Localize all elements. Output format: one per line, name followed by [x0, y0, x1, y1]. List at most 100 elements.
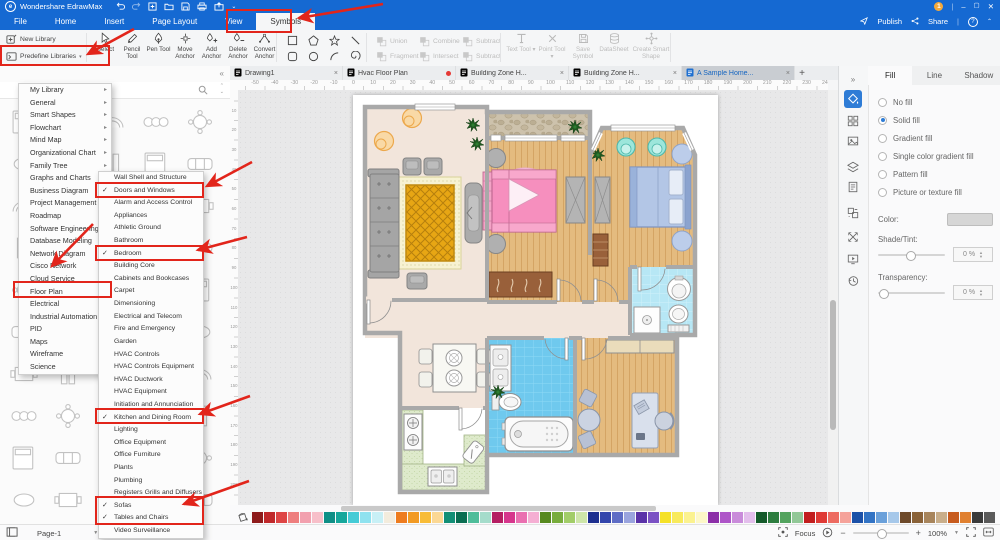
zoom-in-button[interactable]: +: [916, 528, 921, 538]
predefine-libraries-button[interactable]: Predefine Libraries ▾: [6, 51, 82, 62]
floorplan-menu-item-bathroom[interactable]: Bathroom: [99, 235, 203, 248]
document-tab-building-zone-h-[interactable]: Building Zone H... ×: [569, 66, 682, 80]
color-swatch[interactable]: [852, 511, 863, 523]
floorplan-menu-item-garden[interactable]: Garden: [99, 336, 203, 349]
color-swatch[interactable]: [840, 511, 851, 523]
color-swatch[interactable]: [816, 511, 827, 523]
color-swatch[interactable]: [276, 511, 287, 523]
color-swatch[interactable]: [924, 511, 935, 523]
close-button[interactable]: ✕: [988, 3, 994, 11]
presentation-play-icon[interactable]: [822, 527, 833, 540]
floorplan-menu-item-athletic-ground[interactable]: Athletic Ground: [99, 222, 203, 235]
color-swatch[interactable]: [900, 511, 911, 523]
color-swatch[interactable]: [384, 511, 395, 523]
library-menu-item-my-library[interactable]: My Library ▸: [19, 84, 111, 97]
format-tab-line[interactable]: Line: [912, 66, 956, 85]
line-shape-button[interactable]: [347, 33, 363, 48]
fill-option-picture-or-texture-fill[interactable]: Picture or texture fill: [868, 183, 1000, 201]
floorplan-menu-item-video-surveillance[interactable]: Video Surveillance: [99, 525, 203, 538]
stencil-oval-table[interactable]: [2, 480, 46, 520]
qat-more-icon[interactable]: ⌄: [231, 3, 236, 10]
floorplan-menu-item-sofas[interactable]: ✓ Sofas: [99, 500, 203, 513]
share-button[interactable]: Share: [928, 17, 948, 26]
color-swatch[interactable]: [768, 511, 779, 523]
transform-icon[interactable]: [844, 228, 862, 246]
focus-label[interactable]: Focus: [795, 529, 815, 538]
color-swatch[interactable]: [948, 511, 959, 523]
floorplan-menu-item-registers-grills-and-diffusers[interactable]: Registers Grills and Diffusers: [99, 487, 203, 500]
color-swatch[interactable]: [636, 511, 647, 523]
color-swatch[interactable]: [468, 511, 479, 523]
color-swatch[interactable]: [552, 511, 563, 523]
move-anchor-tool[interactable]: Move Anchor: [172, 32, 199, 60]
menu-view[interactable]: View: [211, 13, 256, 30]
page-settings-icon[interactable]: [844, 178, 862, 196]
document-tab-a-sample-home-[interactable]: A Sample Home... ×: [682, 66, 795, 80]
color-swatch[interactable]: [564, 511, 575, 523]
select-tool[interactable]: Select: [92, 32, 119, 53]
zoom-out-button[interactable]: −: [840, 528, 845, 538]
menu-page-layout[interactable]: Page Layout: [138, 13, 211, 30]
document-tab-hvac-floor-plan[interactable]: Hvac Floor Plan: [343, 66, 456, 80]
publish-button[interactable]: Publish: [877, 17, 902, 26]
document-tab-drawing1[interactable]: Drawing1 ×: [230, 66, 343, 80]
fill-style-icon[interactable]: [844, 90, 862, 108]
export-icon[interactable]: [214, 2, 224, 11]
close-tab-icon[interactable]: ×: [786, 70, 790, 77]
floorplan-menu-item-appliances[interactable]: Appliances: [99, 210, 203, 223]
floorplan-menu-item-plants[interactable]: Plants: [99, 462, 203, 475]
floorplan-menu-item-initiation-and-annunciation[interactable]: Initiation and Annunciation: [99, 399, 203, 412]
floorplan-menu-item-office-equipment[interactable]: Office Equipment: [99, 437, 203, 450]
color-swatch[interactable]: [372, 511, 383, 523]
format-tab-shadow[interactable]: Shadow: [957, 66, 1000, 85]
color-swatch[interactable]: [828, 511, 839, 523]
floorplan-menu-item-bedroom[interactable]: ✓ Bedroom: [99, 248, 203, 261]
format-tab-fill[interactable]: Fill: [868, 66, 913, 85]
color-swatch[interactable]: [504, 511, 515, 523]
stencil-rings[interactable]: [134, 102, 178, 142]
color-swatch[interactable]: [876, 511, 887, 523]
floorplan-menu-item-hvac-equipment[interactable]: HVAC Equipment: [99, 386, 203, 399]
color-swatch[interactable]: [252, 511, 263, 523]
color-swatch[interactable]: [288, 511, 299, 523]
zoom-dropdown-icon[interactable]: ▼: [954, 530, 959, 536]
new-document-icon[interactable]: [148, 2, 157, 11]
layers-icon[interactable]: [844, 158, 862, 176]
floorplan-menu-item-alarm-and-access-control[interactable]: Alarm and Access Control: [99, 197, 203, 210]
drawing-canvas[interactable]: [238, 90, 828, 505]
zoom-level[interactable]: 100%: [928, 529, 947, 538]
pentagon-shape-button[interactable]: [305, 33, 321, 48]
delete-anchor-tool[interactable]: Delete Anchor: [225, 32, 252, 60]
color-swatch[interactable]: [672, 511, 683, 523]
redo-icon[interactable]: [132, 2, 141, 11]
vertical-scrollbar-thumb[interactable]: [830, 300, 836, 430]
color-swatch[interactable]: [864, 511, 875, 523]
library-menu-item-smart-shapes[interactable]: Smart Shapes ▸: [19, 109, 111, 122]
floorplan-menu-item-office-furniture[interactable]: Office Furniture: [99, 449, 203, 462]
color-swatch[interactable]: [960, 511, 971, 523]
fit-window-icon[interactable]: [983, 527, 994, 539]
focus-icon[interactable]: [778, 527, 788, 539]
color-swatch[interactable]: [744, 511, 755, 523]
floorplan-menu-item-hvac-ductwork[interactable]: HVAC Ductwork: [99, 374, 203, 387]
maximize-button[interactable]: ▢: [974, 3, 980, 10]
help-icon[interactable]: ?: [967, 16, 978, 27]
color-swatch[interactable]: [648, 511, 659, 523]
stencil-rect-table[interactable]: [46, 480, 90, 520]
stencil-sofa[interactable]: [46, 438, 90, 478]
presentation-icon[interactable]: [844, 250, 862, 268]
stencil-round-table[interactable]: [178, 102, 222, 142]
color-swatch[interactable]: [936, 511, 947, 523]
stencil-rings[interactable]: [2, 396, 46, 436]
color-swatch[interactable]: [516, 511, 527, 523]
floorplan-menu-item-fire-and-emergency[interactable]: Fire and Emergency: [99, 323, 203, 336]
color-swatch[interactable]: [456, 511, 467, 523]
zoom-slider[interactable]: [852, 529, 909, 539]
minimize-button[interactable]: –: [961, 3, 965, 11]
search-icon[interactable]: [198, 85, 208, 95]
color-swatch[interactable]: [696, 511, 707, 523]
color-swatch[interactable]: [576, 511, 587, 523]
transparency-slider[interactable]: [878, 288, 945, 299]
pages-icon[interactable]: [6, 527, 19, 539]
color-swatch[interactable]: [528, 511, 539, 523]
